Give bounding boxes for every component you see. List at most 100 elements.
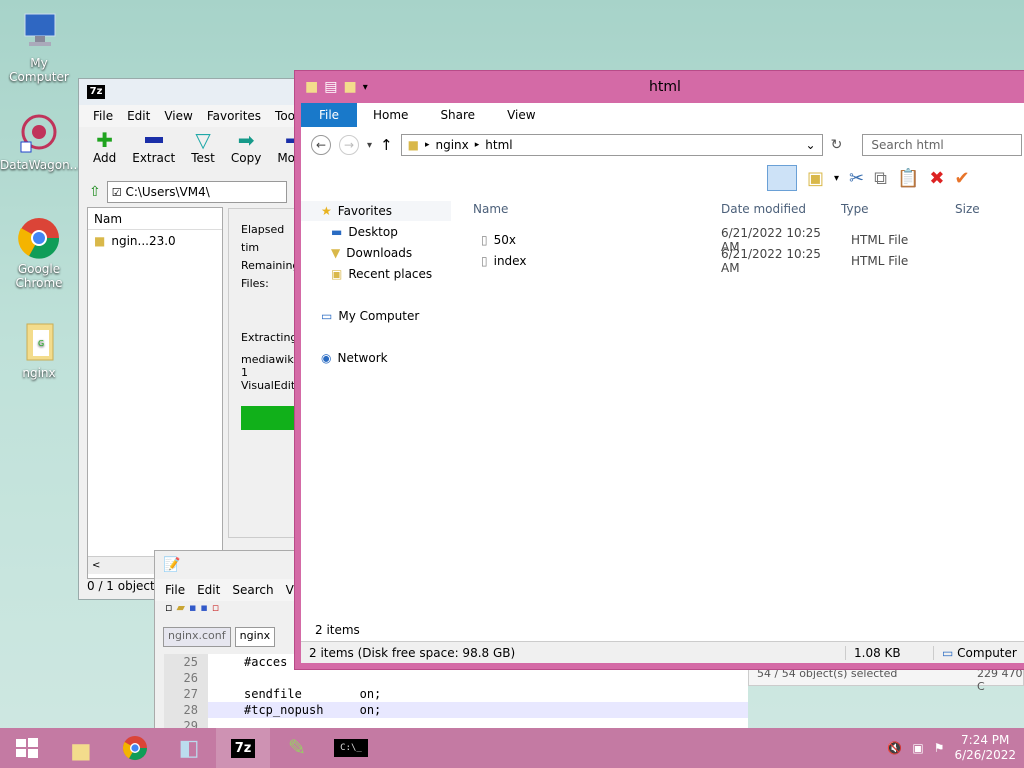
taskbar-chrome[interactable] [108, 728, 162, 768]
sevenzip-menu-favorites[interactable]: Favorites [207, 109, 261, 123]
sevenzip-menu-edit[interactable]: Edit [127, 109, 150, 123]
notepad-menu-file[interactable]: File [165, 583, 185, 597]
open-file-icon[interactable]: ▰ [176, 601, 184, 619]
notepad-menu-edit[interactable]: Edit [197, 583, 220, 597]
refresh-icon[interactable]: ↻ [831, 137, 843, 153]
notepad-tabs: nginx.conf nginx [155, 627, 303, 647]
desktop-icon-chrome[interactable]: Google Chrome [0, 216, 78, 290]
notepad-titlebar[interactable]: 📝 [155, 551, 303, 579]
taskbar-file-explorer[interactable]: ▅ [54, 728, 108, 768]
item-count: 2 items [315, 623, 360, 637]
close-file-icon[interactable]: ▫ [212, 601, 219, 619]
col-name[interactable]: Name [461, 202, 721, 216]
folder-icon: ▅ [72, 735, 90, 761]
nav-recent-places[interactable]: ▣ Recent places [301, 264, 461, 284]
ribbon-tab-file[interactable]: File [301, 103, 357, 127]
up-arrow-icon[interactable]: ↑ [380, 136, 393, 154]
explorer-statusbar: 2 items (Disk free space: 98.8 GB) 1.08 … [301, 641, 1024, 663]
computer-icon [15, 10, 63, 54]
file-type: HTML File [851, 253, 909, 268]
save-icon[interactable]: ▪ [189, 601, 196, 619]
start-button[interactable] [0, 728, 54, 768]
nav-favorites[interactable]: ★ Favorites [301, 201, 451, 221]
folder-icon: G [15, 320, 63, 364]
file-list-header: Name Date modified Type Size [461, 197, 1024, 221]
action-center-icon[interactable]: ⚑ [934, 741, 945, 755]
add-button-label: Add [93, 151, 117, 165]
sevenzip-menu-view[interactable]: View [164, 109, 192, 123]
forward-button[interactable]: → [339, 135, 359, 155]
tab-nginx-conf[interactable]: nginx.conf [163, 627, 231, 647]
desktop-icon-datawagon[interactable]: DataWagon... [0, 112, 81, 172]
files-label: Files: [241, 277, 269, 290]
cut-icon[interactable]: ✂ [849, 168, 864, 189]
taskbar-7zip[interactable]: 7z [216, 728, 270, 768]
nav-network[interactable]: ◉ Network [301, 348, 461, 368]
sevenzip-menu-file[interactable]: File [93, 109, 113, 123]
status-size: 1.08 KB [845, 645, 933, 660]
select-icon[interactable]: ▣ [807, 168, 824, 189]
elapsed-label: Elapsed tim [241, 223, 285, 254]
ribbon-tab-home[interactable]: Home [357, 103, 424, 127]
address-dropdown-icon[interactable]: ⌄ [806, 138, 822, 152]
save-all-icon[interactable]: ▪ [200, 601, 207, 619]
desktop-icon-nginx[interactable]: G nginx [0, 320, 78, 380]
col-size[interactable]: Size [955, 202, 1015, 216]
delete-icon[interactable]: ✖ [929, 168, 944, 189]
file-list-pane: Name Date modified Type Size ▯ 50x 6/21/2… [461, 193, 1024, 641]
chevron-down-icon[interactable]: ▾ [834, 173, 839, 184]
sevenzip-list-item[interactable]: ■ ngin...23.0 [88, 230, 222, 251]
status-items: 2 items (Disk free space: 98.8 GB) [309, 645, 516, 660]
tab-nginx[interactable]: nginx [234, 627, 276, 647]
address-bar[interactable]: ■ ▸ nginx ▸ html ⌄ [400, 134, 823, 156]
volume-muted-icon[interactable]: 🔇 [887, 741, 902, 755]
file-row[interactable]: ▯ index 6/21/2022 10:25 AM HTML File [461, 247, 1024, 275]
extracting-label: Extracting [241, 331, 296, 344]
breadcrumb-nginx[interactable]: nginx [435, 138, 468, 152]
ribbon-tab-share[interactable]: Share [424, 103, 491, 127]
network-icon[interactable]: ▣ [912, 741, 923, 755]
computer-icon: ▭ [321, 309, 333, 323]
taskbar-notepad[interactable]: ✎ [270, 728, 324, 768]
new-file-icon[interactable]: ▫ [165, 601, 172, 619]
add-button[interactable]: ✚ Add [93, 128, 117, 173]
explorer-titlebar[interactable]: ■ ▤ ■ ▾ html [295, 71, 1024, 103]
recent-locations-icon[interactable]: ▾ [367, 140, 372, 151]
html-file-icon: ▯ [481, 253, 488, 268]
breadcrumb-html[interactable]: html [485, 138, 512, 152]
ribbon-tab-view[interactable]: View [491, 103, 551, 127]
desktop-icon-my-computer[interactable]: My Computer [0, 10, 78, 84]
col-date[interactable]: Date modified [721, 202, 841, 216]
taskbar-datawagon[interactable]: ◧ [162, 728, 216, 768]
nav-downloads[interactable]: ▼ Downloads [301, 243, 461, 263]
clock[interactable]: 7:24 PM 6/26/2022 [954, 733, 1016, 763]
sevenzip-path-input[interactable]: ☑ C:\Users\VM4\ [106, 181, 287, 203]
desktop-icon-label: nginx [22, 366, 56, 380]
sevenzip-list-item-name: ngin...23.0 [111, 233, 176, 248]
col-type[interactable]: Type [841, 202, 955, 216]
extract-progress-dialog: Elapsed tim Remaining Files: Extracting … [228, 208, 296, 538]
taskbar-cmd[interactable]: C:\_ [324, 728, 378, 768]
search-input[interactable]: Search html [862, 134, 1023, 156]
navigation-pane: ★ Favorites ▬ Desktop ▼ Downloads ▣ Rece… [301, 193, 461, 641]
chrome-icon [15, 216, 63, 260]
status-location-label: Computer [957, 645, 1017, 660]
rename-check-icon[interactable]: ✔ [955, 168, 970, 189]
nav-my-computer[interactable]: ▭ My Computer [301, 306, 461, 326]
notepad-menu-search[interactable]: Search [232, 583, 273, 597]
test-button[interactable]: ▽ Test [191, 128, 215, 173]
sevenzip-list-header[interactable]: Nam [88, 208, 222, 230]
up-folder-icon[interactable]: ⇧ [89, 184, 101, 200]
nav-desktop[interactable]: ▬ Desktop [301, 222, 461, 242]
copy-icon[interactable]: ⧉ [874, 168, 887, 189]
preview-pane-icon[interactable] [767, 165, 797, 191]
network-icon: ◉ [321, 351, 332, 365]
nav-network-label: Network [337, 351, 388, 365]
desktop-icon-label: My Computer [9, 56, 69, 84]
back-button[interactable]: ← [311, 135, 331, 155]
file-type: HTML File [851, 232, 909, 247]
extract-button[interactable]: Extract [132, 129, 175, 173]
copy-button[interactable]: ➡ Copy [231, 128, 261, 173]
paste-icon[interactable]: 📋 [897, 168, 919, 189]
app-icon: ◧ [178, 735, 200, 761]
